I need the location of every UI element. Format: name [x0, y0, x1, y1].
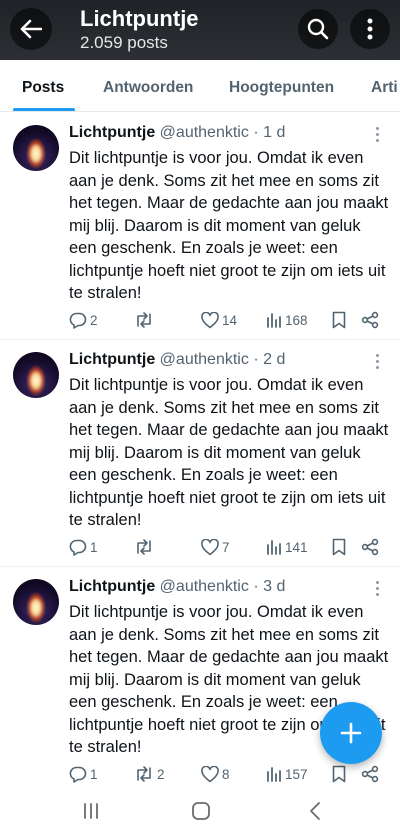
arrow-left-icon: [20, 19, 42, 39]
repost-icon: [137, 312, 151, 328]
reply-button[interactable]: 1: [69, 763, 98, 785]
post-text: Dit lichtpuntje is voor jou. Omdat ik ev…: [69, 376, 389, 529]
like-button[interactable]: 8: [201, 763, 230, 785]
like-count: 14: [222, 312, 238, 328]
home-icon: [192, 802, 210, 820]
like-button[interactable]: 7: [201, 536, 230, 558]
share-button[interactable]: [361, 536, 379, 558]
reply-button[interactable]: 2: [69, 309, 98, 331]
avatar[interactable]: [13, 579, 59, 625]
bookmark-button[interactable]: [332, 309, 346, 331]
search-button[interactable]: [298, 9, 338, 49]
bookmark-button[interactable]: [332, 536, 346, 558]
view-count: 141: [285, 539, 308, 555]
share-icon: [361, 538, 379, 556]
home-button[interactable]: [190, 799, 212, 823]
post-options-icon[interactable]: [370, 352, 384, 370]
views-button[interactable]: 168: [266, 309, 308, 331]
post-time: 2 d: [263, 351, 286, 368]
post-item[interactable]: Lichtpuntje @authenktic · 2 d Dit lichtp…: [0, 340, 400, 567]
author-handle[interactable]: @authenktic: [160, 578, 249, 595]
more-options-button[interactable]: [350, 9, 390, 49]
post-actions: 2 14 168: [0, 309, 400, 331]
repost-icon: [137, 766, 151, 782]
tab-replies[interactable]: Antwoorden: [103, 60, 193, 111]
reply-icon: [69, 539, 87, 556]
view-count: 157: [285, 766, 308, 782]
views-button[interactable]: 141: [266, 536, 308, 558]
bookmark-icon: [332, 538, 346, 556]
reply-count: 1: [90, 766, 98, 782]
bookmark-button[interactable]: [332, 763, 346, 785]
share-button[interactable]: [361, 309, 379, 331]
tab-posts[interactable]: Posts: [22, 60, 64, 111]
repost-icon: [137, 539, 151, 555]
bookmark-icon: [332, 311, 346, 329]
views-icon: [267, 767, 281, 782]
back-button[interactable]: [10, 8, 52, 50]
repost-count: 2: [157, 766, 165, 782]
view-count: 168: [285, 312, 308, 328]
like-button[interactable]: 14: [201, 309, 237, 331]
views-icon: [267, 313, 281, 328]
profile-header: Lichtpuntje 2.059 posts: [0, 0, 400, 60]
post-feed: Lichtpuntje @authenktic · 1 d Dit lichtp…: [0, 113, 400, 794]
views-icon: [267, 540, 281, 555]
author-handle[interactable]: @authenktic: [160, 351, 249, 368]
repost-button[interactable]: 2: [134, 763, 165, 785]
heart-icon: [201, 538, 219, 555]
search-icon: [307, 18, 329, 40]
heart-icon: [201, 765, 219, 782]
compose-button[interactable]: [320, 702, 382, 764]
reply-icon: [69, 766, 87, 783]
system-back-button[interactable]: [304, 799, 326, 823]
like-count: 7: [222, 539, 230, 555]
repost-button[interactable]: [134, 309, 157, 331]
views-button[interactable]: 157: [266, 763, 308, 785]
more-vertical-icon: [367, 18, 373, 40]
heart-icon: [201, 311, 219, 328]
post-actions: 1 7 141: [0, 536, 400, 558]
tab-articles[interactable]: Arti: [371, 60, 398, 111]
post-actions: 1 2 8 157: [0, 763, 400, 785]
post-time: 3 d: [263, 578, 286, 595]
chevron-left-icon: [310, 802, 320, 820]
avatar[interactable]: [13, 125, 59, 171]
recent-apps-icon: [84, 803, 98, 819]
recent-apps-button[interactable]: [80, 799, 102, 823]
repost-button[interactable]: [134, 536, 157, 558]
author-name[interactable]: Lichtpuntje: [69, 351, 155, 368]
share-icon: [361, 765, 379, 783]
profile-title: Lichtpuntje: [80, 6, 199, 31]
author-name[interactable]: Lichtpuntje: [69, 124, 155, 141]
separator: ·: [253, 351, 259, 368]
author-handle[interactable]: @authenktic: [160, 124, 249, 141]
author-name[interactable]: Lichtpuntje: [69, 578, 155, 595]
post-item[interactable]: Lichtpuntje @authenktic · 1 d Dit lichtp…: [0, 113, 400, 340]
plus-icon: [340, 722, 362, 744]
post-options-icon[interactable]: [370, 579, 384, 597]
post-count: 2.059 posts: [80, 33, 168, 52]
like-count: 8: [222, 766, 230, 782]
active-tab-indicator: [13, 108, 75, 111]
post-time: 1 d: [263, 124, 286, 141]
profile-tabs: Posts Antwoorden Hoogtepunten Arti: [0, 60, 400, 112]
avatar[interactable]: [13, 352, 59, 398]
separator: ·: [253, 124, 259, 141]
share-icon: [361, 311, 379, 329]
post-text: Dit lichtpuntje is voor jou. Omdat ik ev…: [69, 149, 389, 302]
post-options-icon[interactable]: [370, 125, 384, 143]
separator: ·: [253, 578, 259, 595]
tab-highlights[interactable]: Hoogtepunten: [229, 60, 334, 111]
share-button[interactable]: [361, 763, 379, 785]
reply-icon: [69, 312, 87, 329]
reply-button[interactable]: 1: [69, 536, 98, 558]
system-navigation-bar: [0, 787, 400, 835]
reply-count: 1: [90, 539, 98, 555]
reply-count: 2: [90, 312, 98, 328]
bookmark-icon: [332, 765, 346, 783]
